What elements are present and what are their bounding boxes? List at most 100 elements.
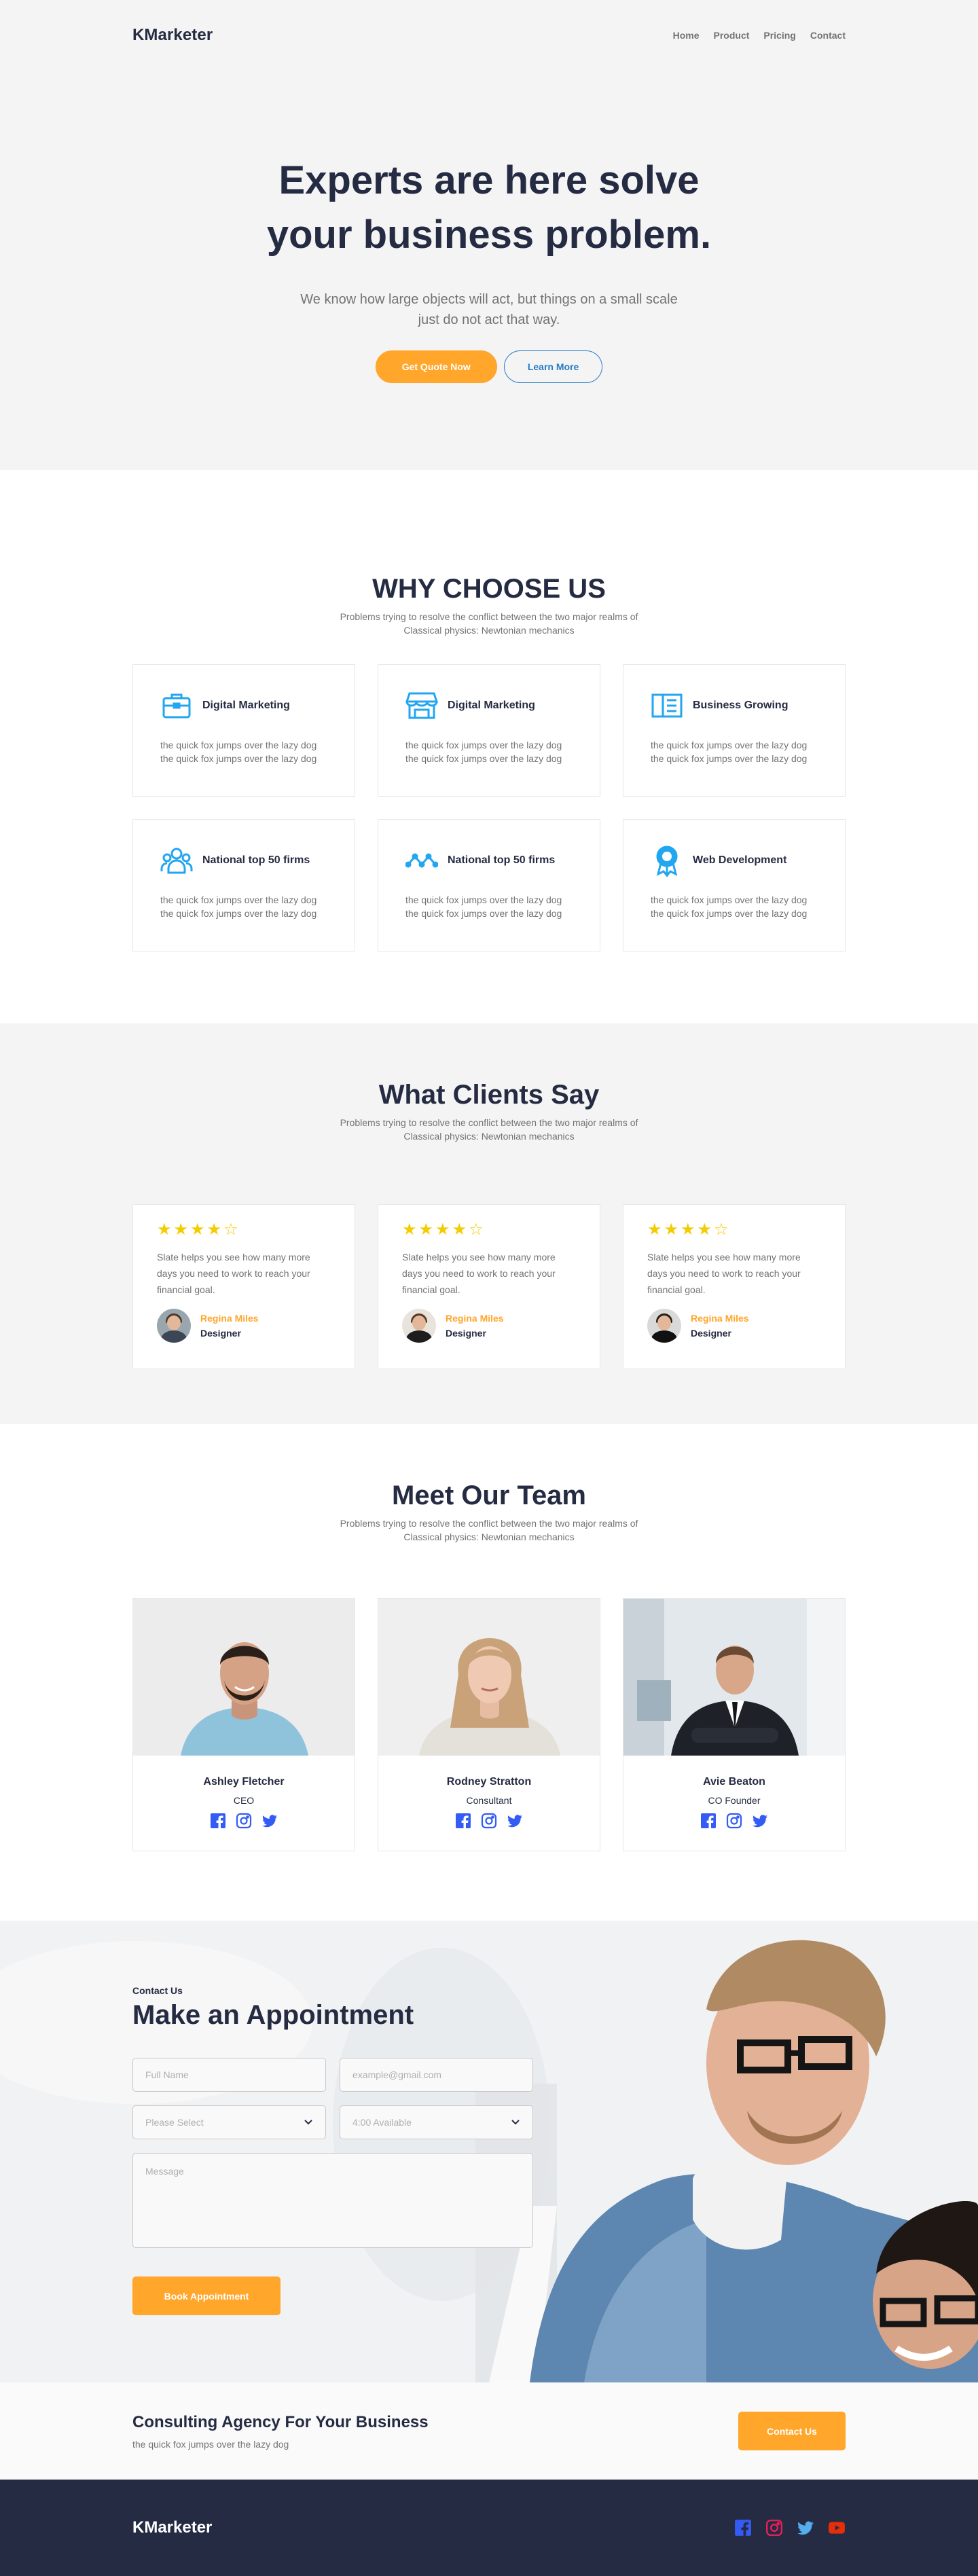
instagram-icon[interactable] — [481, 1813, 497, 1829]
feature-text: the quick fox jumps over the lazy dog th… — [651, 740, 808, 764]
chevron-down-icon — [304, 2120, 312, 2125]
star-filled-icon: ★ — [190, 1220, 205, 1239]
storefront-icon — [405, 692, 438, 719]
nav-product-link[interactable]: Product — [714, 30, 750, 41]
star-filled-icon: ★ — [664, 1220, 679, 1239]
cta-subtitle: the quick fox jumps over the lazy dog — [132, 2438, 289, 2450]
time-select[interactable]: 4:00 Available — [340, 2105, 533, 2139]
facebook-icon[interactable] — [455, 1813, 471, 1829]
star-outline-icon: ☆ — [223, 1220, 238, 1239]
star-rating: ★ ★ ★ ★ ☆ — [647, 1222, 821, 1238]
instagram-icon[interactable] — [765, 2519, 783, 2537]
star-filled-icon: ★ — [157, 1220, 172, 1239]
star-rating: ★ ★ ★ ★ ☆ — [402, 1222, 576, 1238]
team-member-role: CEO — [233, 1795, 255, 1806]
hero-title: Experts are here solve your business pro… — [132, 153, 846, 262]
testimonial-card: ★ ★ ★ ★ ☆ Slate helps you see how many more … — [378, 1204, 600, 1369]
hero-section: KMarketer Home Product Pricing Contact E… — [0, 0, 978, 470]
team-member-name: Ashley Fletcher — [203, 1776, 285, 1788]
star-filled-icon: ★ — [697, 1220, 712, 1239]
department-select[interactable]: Please Select — [132, 2105, 326, 2139]
avatar — [647, 1309, 681, 1343]
star-filled-icon: ★ — [435, 1220, 450, 1239]
section-title: WHY CHOOSE US — [372, 574, 606, 604]
message-textarea[interactable] — [145, 2166, 520, 2235]
team-photo — [623, 1599, 845, 1756]
star-filled-icon: ★ — [206, 1220, 222, 1239]
feature-card: Web Development the quick fox jumps over… — [623, 819, 846, 951]
full-name-input[interactable] — [145, 2069, 313, 2080]
brand-logo[interactable]: KMarketer — [132, 26, 213, 45]
star-outline-icon: ☆ — [469, 1220, 484, 1239]
hero-title-line2: your business problem. — [266, 213, 712, 257]
twitter-icon[interactable] — [261, 1813, 278, 1829]
star-filled-icon: ★ — [647, 1220, 662, 1239]
team-photo — [133, 1599, 355, 1756]
feature-text: the quick fox jumps over the lazy dog th… — [160, 894, 317, 919]
team-member-role: Consultant — [466, 1795, 512, 1806]
users-icon — [160, 848, 193, 874]
footer-logo[interactable]: KMarketer — [132, 2518, 212, 2537]
star-filled-icon: ★ — [681, 1220, 695, 1239]
appointment-section: Contact Us Make an Appointment Please Se… — [0, 1921, 978, 2382]
full-name-field[interactable] — [132, 2058, 326, 2092]
hero-title-line1: Experts are here solve — [278, 158, 700, 202]
why-choose-us-section: WHY CHOOSE US Problems trying to resolve… — [0, 470, 978, 1023]
testimonial-text: Slate helps you see how many more days y… — [402, 1252, 556, 1295]
testimonial-name: Regina Miles — [691, 1313, 749, 1324]
section-subtitle: Problems trying to resolve the conflict … — [340, 611, 638, 636]
footer-social — [734, 2519, 846, 2537]
learn-more-button[interactable]: Learn More — [503, 350, 603, 383]
testimonial-role: Designer — [200, 1328, 241, 1339]
avatar — [157, 1309, 191, 1343]
team-member-role: CO Founder — [708, 1795, 761, 1806]
briefcase-icon — [162, 693, 191, 719]
twitter-icon[interactable] — [752, 1813, 768, 1829]
chevron-down-icon — [511, 2120, 520, 2125]
facebook-icon[interactable] — [700, 1813, 717, 1829]
navbar: KMarketer Home Product Pricing Contact — [132, 0, 846, 71]
team-member-name: Avie Beaton — [703, 1776, 765, 1788]
team-card: Avie Beaton CO Founder — [623, 1598, 846, 1851]
team-photo — [378, 1599, 600, 1756]
facebook-icon[interactable] — [210, 1813, 226, 1829]
cta-section: Consulting Agency For Your Business the … — [0, 2382, 978, 2480]
testimonial-role: Designer — [691, 1328, 731, 1339]
youtube-icon[interactable] — [828, 2519, 846, 2537]
twitter-icon[interactable] — [797, 2519, 814, 2537]
email-field[interactable] — [340, 2058, 533, 2092]
nav-contact-link[interactable]: Contact — [810, 30, 846, 41]
testimonial-grid: ★ ★ ★ ★ ☆ Slate helps you see how many more … — [132, 1204, 846, 1369]
footer: KMarketer — [0, 2480, 978, 2576]
message-field[interactable] — [132, 2153, 533, 2248]
book-appointment-button[interactable]: Book Appointment — [132, 2276, 280, 2315]
feature-card: Digital Marketing the quick fox jumps ov… — [132, 664, 355, 797]
instagram-icon[interactable] — [236, 1813, 252, 1829]
testimonial-name: Regina Miles — [446, 1313, 504, 1324]
section-subtitle: Problems trying to resolve the conflict … — [340, 1518, 638, 1542]
hero-buttons: Get Quote Now Learn More — [132, 350, 846, 383]
testimonials-section: What Clients Say Problems trying to reso… — [0, 1023, 978, 1424]
facebook-icon[interactable] — [734, 2519, 752, 2537]
email-input[interactable] — [352, 2069, 520, 2080]
time-select-value: 4:00 Available — [352, 2117, 412, 2128]
team-section: Meet Our Team Problems trying to resolve… — [0, 1424, 978, 1921]
feature-text: the quick fox jumps over the lazy dog th… — [405, 740, 562, 764]
star-filled-icon: ★ — [452, 1220, 467, 1239]
twitter-icon[interactable] — [507, 1813, 523, 1829]
feature-title: Digital Marketing — [202, 700, 290, 711]
feature-card: Business Growing the quick fox jumps ove… — [623, 664, 846, 797]
instagram-icon[interactable] — [726, 1813, 742, 1829]
section-title: What Clients Say — [378, 1080, 600, 1110]
appointment-title: Make an Appointment — [132, 2000, 414, 2030]
wave-icon — [405, 853, 438, 868]
nav-home-link[interactable]: Home — [673, 30, 700, 41]
star-filled-icon: ★ — [173, 1220, 189, 1239]
get-quote-button[interactable]: Get Quote Now — [375, 350, 497, 383]
feature-title: Business Growing — [693, 700, 789, 711]
section-title: Meet Our Team — [392, 1481, 586, 1510]
nav-pricing-link[interactable]: Pricing — [763, 30, 795, 41]
feature-text: the quick fox jumps over the lazy dog th… — [651, 894, 808, 919]
feature-title: National top 50 firms — [202, 854, 310, 866]
contact-us-button[interactable]: Contact Us — [738, 2412, 846, 2450]
